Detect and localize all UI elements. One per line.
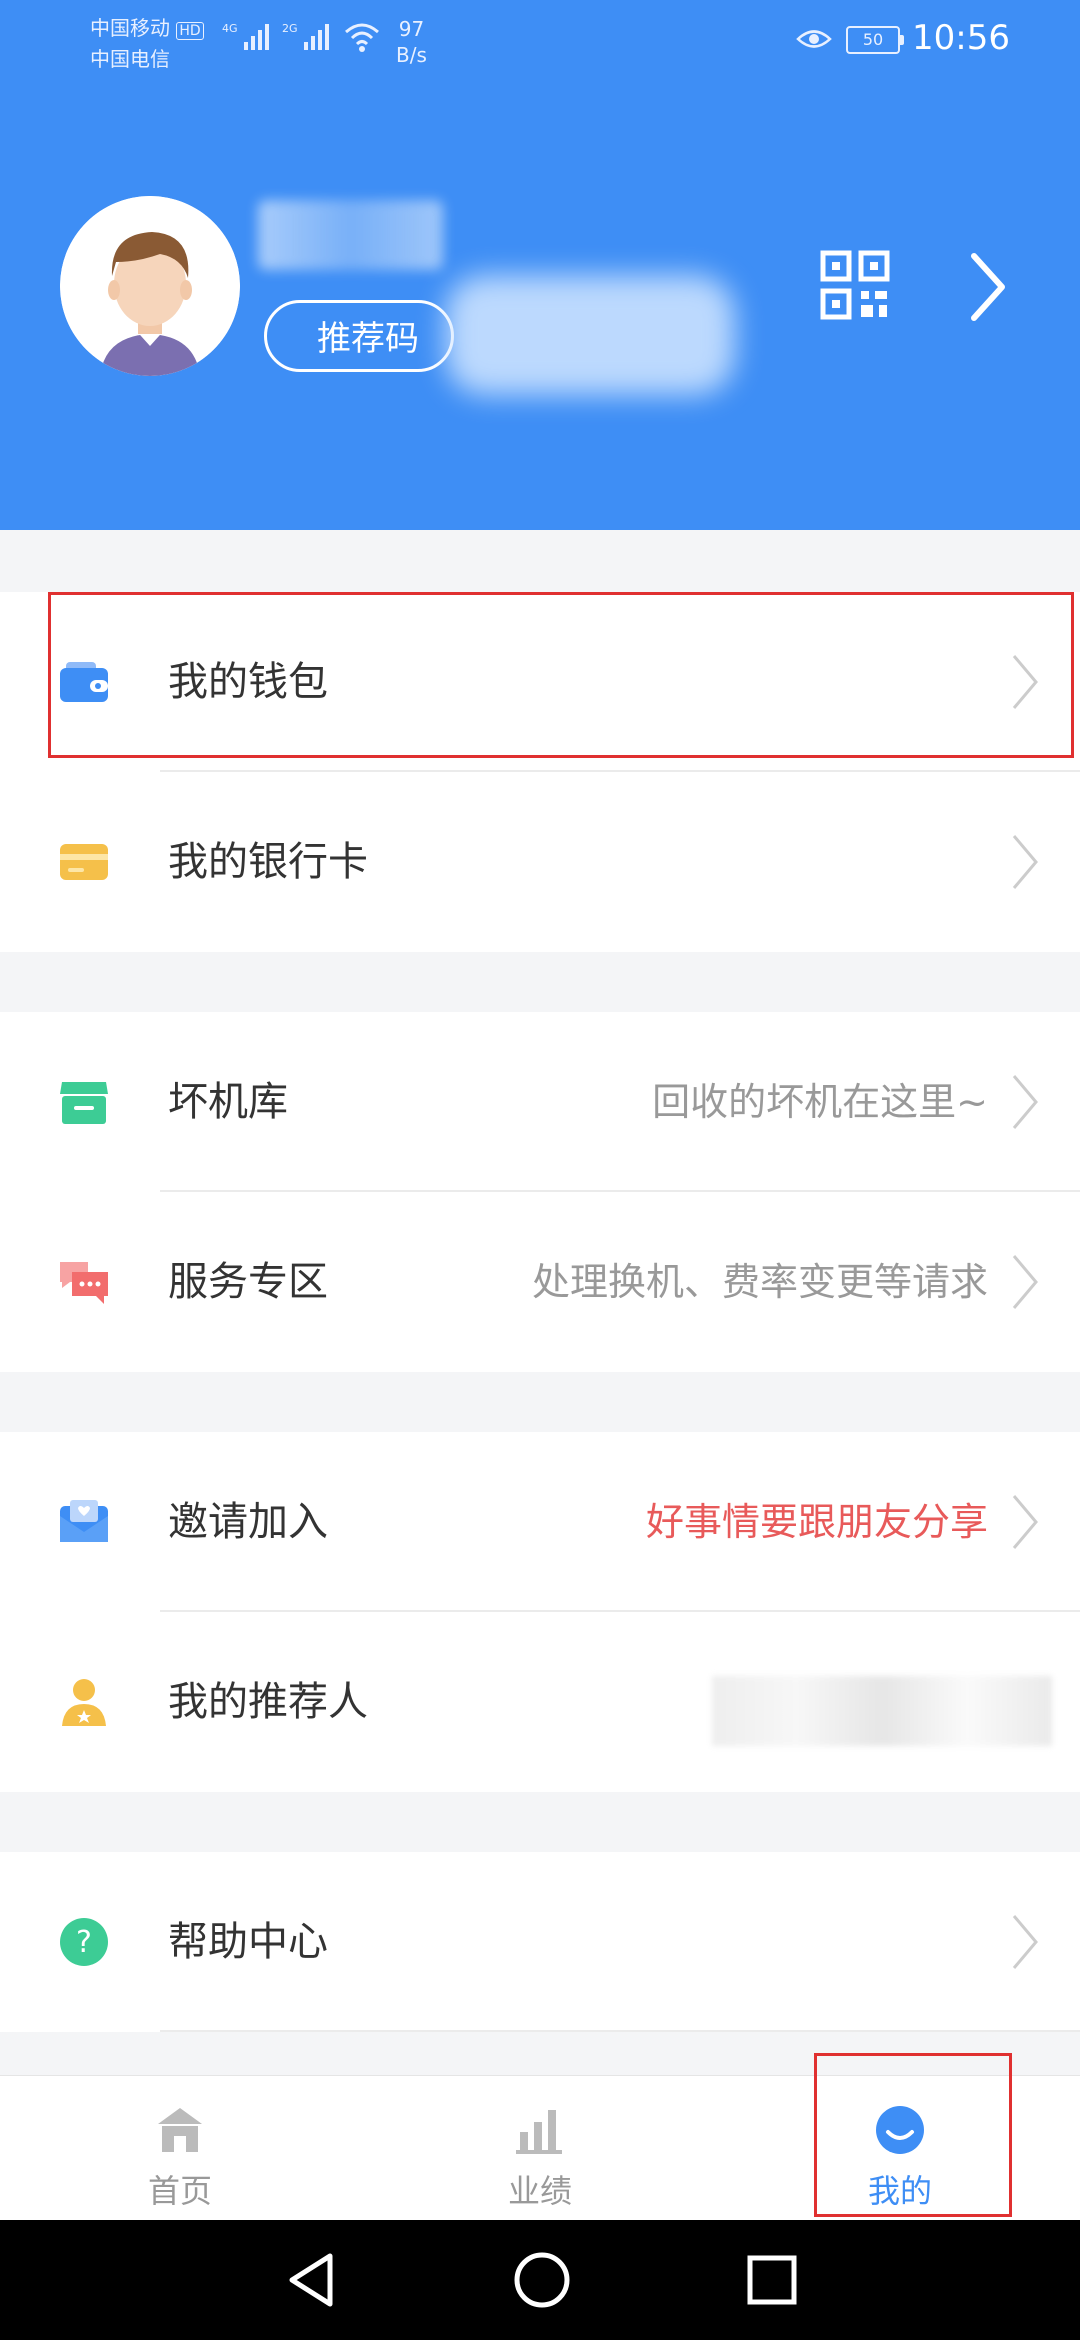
help-icon: ? <box>60 1918 108 1966</box>
wifi-icon <box>345 23 379 52</box>
home-icon <box>158 2108 202 2152</box>
highlight-box-tab-mine <box>814 2053 1012 2217</box>
menu-group-machines: 坏机库 回收的坏机在这里~ 服务专区 处理换机、费率变更等请求 <box>0 1012 1080 1372</box>
tab-home[interactable]: 首页 <box>80 2076 280 2221</box>
recents-icon[interactable] <box>744 2250 800 2310</box>
card-icon <box>60 844 108 880</box>
masked-referral-code <box>445 275 735 395</box>
menu-hint-broken-store: 回收的坏机在这里~ <box>652 1080 988 1124</box>
back-icon[interactable] <box>284 2250 340 2310</box>
signal-4g-icon: 4G <box>222 22 269 50</box>
divider <box>160 2030 1080 2032</box>
store-icon <box>60 1082 108 1124</box>
carrier2-label: 中国电信 <box>90 47 170 71</box>
bar-chart-icon <box>516 2110 562 2154</box>
menu-row-bank-card[interactable]: 我的银行卡 <box>0 772 1080 952</box>
menu-group-help: ? 帮助中心 <box>0 1852 1080 2032</box>
referral-code-button[interactable]: 推荐码 <box>264 300 454 372</box>
eye-comfort-icon <box>796 30 832 48</box>
svg-text:?: ? <box>76 1925 92 1960</box>
home-circle-icon[interactable] <box>512 2250 572 2310</box>
battery-indicator: 50 <box>846 26 904 54</box>
menu-row-broken-store[interactable]: 坏机库 回收的坏机在这里~ <box>0 1012 1080 1192</box>
referral-code-label: 推荐码 <box>317 319 419 359</box>
svg-text:4G: 4G <box>222 22 238 35</box>
menu-label-help: 帮助中心 <box>168 1919 328 1965</box>
chevron-right-icon <box>1012 1915 1038 1969</box>
menu-label-invite: 邀请加入 <box>168 1499 328 1545</box>
menu-row-referrer[interactable]: 我的推荐人 <box>0 1612 1080 1792</box>
status-bar: 中国移动 HD 中国电信 4G 2G 97 B/s 50 10:56 <box>0 0 1080 80</box>
qr-code-icon[interactable] <box>820 250 890 320</box>
chevron-right-icon[interactable] <box>968 252 1008 322</box>
system-nav-bar <box>0 2220 1080 2340</box>
avatar[interactable] <box>60 196 240 376</box>
menu-label-bank-card: 我的银行卡 <box>168 839 368 885</box>
menu-row-service[interactable]: 服务专区 处理换机、费率变更等请求 <box>0 1192 1080 1372</box>
signal-2g-icon: 2G <box>282 22 329 50</box>
chevron-right-icon <box>1012 1255 1038 1309</box>
hd-badge: HD <box>176 22 204 40</box>
tab-performance[interactable]: 业绩 <box>440 2076 640 2221</box>
menu-row-help[interactable]: ? 帮助中心 <box>0 1852 1080 2032</box>
avatar-illustration <box>60 196 240 376</box>
menu-row-invite[interactable]: 邀请加入 好事情要跟朋友分享 <box>0 1432 1080 1612</box>
net-speed: 97 B/s <box>396 17 427 67</box>
menu-hint-service: 处理换机、费率变更等请求 <box>531 1260 988 1304</box>
menu-group-invite: 邀请加入 好事情要跟朋友分享 我的推荐人 <box>0 1432 1080 1792</box>
carrier-info: 中国移动 HD 中国电信 <box>90 14 204 73</box>
tab-label-home: 首页 <box>147 2172 212 2210</box>
chevron-right-icon <box>1012 835 1038 889</box>
highlight-box-wallet <box>48 592 1074 758</box>
profile-header: 中国移动 HD 中国电信 4G 2G 97 B/s 50 10:56 推荐码 <box>0 0 1080 530</box>
carrier1-label: 中国移动 <box>90 16 170 40</box>
masked-username <box>258 200 443 270</box>
chat-icon <box>60 1262 108 1304</box>
envelope-icon <box>60 1500 108 1542</box>
clock: 10:56 <box>912 18 1010 58</box>
menu-label-service: 服务专区 <box>168 1259 328 1305</box>
menu-hint-invite: 好事情要跟朋友分享 <box>645 1500 988 1544</box>
menu-label-broken-store: 坏机库 <box>168 1079 288 1125</box>
masked-referrer-name <box>712 1676 1052 1746</box>
person-icon <box>62 1679 106 1726</box>
menu-label-referrer: 我的推荐人 <box>168 1679 368 1725</box>
tab-label-performance: 业绩 <box>507 2172 572 2210</box>
svg-text:2G: 2G <box>282 22 298 35</box>
chevron-right-icon <box>1012 1495 1038 1549</box>
chevron-right-icon <box>1012 1075 1038 1129</box>
